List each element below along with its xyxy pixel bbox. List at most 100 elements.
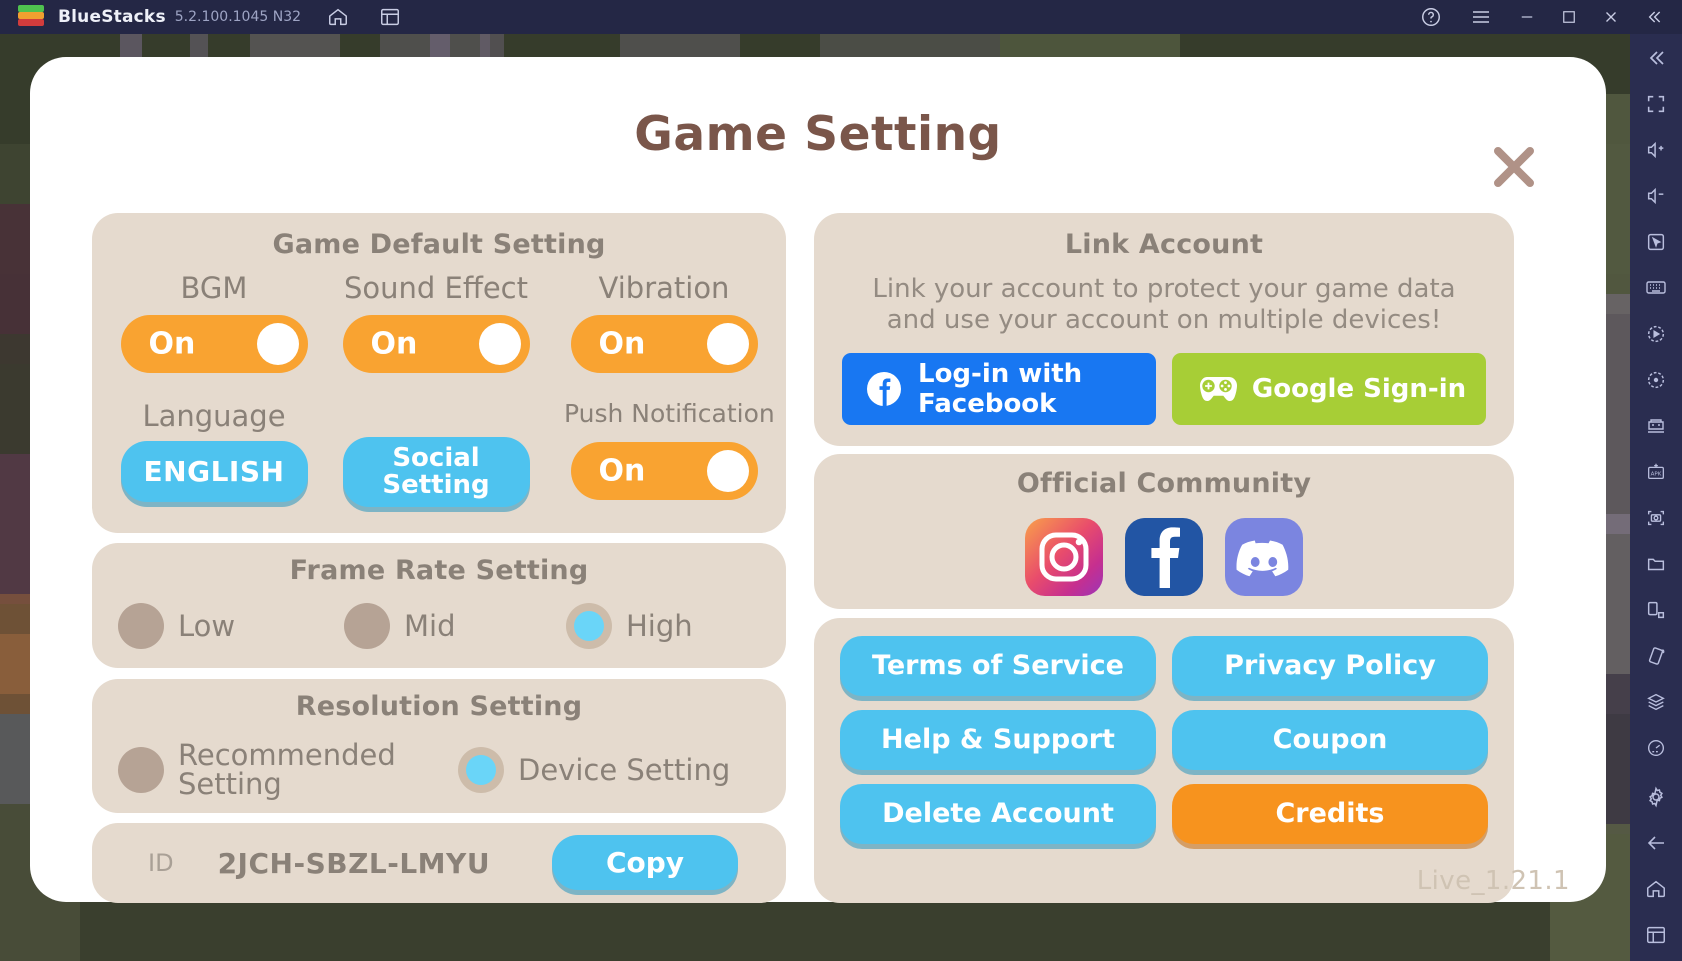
operation-recorder-icon[interactable] [1636,360,1676,400]
volume-down-icon[interactable] [1636,176,1676,216]
home-icon[interactable] [323,2,353,32]
minimize-button[interactable] [1512,2,1542,32]
help-and-support-button[interactable]: Help & Support [840,710,1156,770]
privacy-policy-button[interactable]: Privacy Policy [1172,636,1488,696]
collapse-rail-icon[interactable] [1638,2,1668,32]
link-account-title: Link Account [1064,229,1264,260]
vibration-toggle[interactable]: On [570,315,758,373]
social-setting-group: Social Setting [336,399,536,507]
facebook-login-button[interactable]: Log-in with Facebook [842,353,1156,425]
layers-icon[interactable] [1636,682,1676,722]
frame-rate-label-mid: Mid [404,608,456,643]
terms-of-service-label: Terms of Service [871,649,1124,681]
legal-links-panel: Terms of Service Privacy Policy Help & S… [814,618,1514,903]
resolution-options: Recommended Setting Device Setting [118,741,766,799]
resolution-setting-title: Resolution Setting [295,691,583,722]
instagram-icon[interactable] [1025,518,1103,596]
frame-rate-setting-title: Frame Rate Setting [289,555,589,586]
vibration-toggle-value: On [598,326,646,362]
shake-icon[interactable] [1636,636,1676,676]
link-account-panel: Link Account Link your account to protec… [814,213,1514,446]
app-version-label: Live_1.21.1 [1416,866,1570,896]
menu-icon[interactable] [1466,2,1496,32]
macro-record-icon[interactable] [1636,314,1676,354]
delete-account-label: Delete Account [882,797,1114,829]
resolution-option-device[interactable]: Device Setting [458,747,730,793]
multi-instance-manager-icon[interactable] [1636,406,1676,446]
radio-low-icon[interactable] [118,603,164,649]
home-icon[interactable] [1636,869,1676,909]
close-button[interactable] [1596,2,1626,32]
resolution-setting-panel: Resolution Setting Recommended Setting D… [92,679,786,813]
bluestacks-titlebar: BlueStacks 5.2.100.1045 N32 [0,0,1682,34]
copy-button[interactable]: Copy [552,835,738,890]
maximize-button[interactable] [1554,2,1584,32]
close-icon[interactable] [1487,140,1541,194]
copy-button-label: Copy [605,845,685,879]
credits-label: Credits [1275,797,1385,829]
resolution-option-recommended[interactable]: Recommended Setting [118,741,458,799]
sound-effect-toggle-value: On [370,326,418,362]
rail-collapse-icon[interactable] [1636,38,1676,78]
facebook-icon[interactable] [1125,518,1203,596]
push-notification-toggle[interactable]: On [570,442,758,500]
push-notification-group: Push Notification On [564,399,775,500]
resolution-label-recommended: Recommended Setting [178,741,396,799]
link-account-description-line1: Link your account to protect your game d… [872,274,1456,304]
frame-rate-setting-panel: Frame Rate Setting Low Mid High [92,543,786,668]
language-button[interactable]: ENGLISH [120,441,308,502]
radio-recommended-icon[interactable] [118,747,164,793]
keyboard-icon[interactable] [1636,268,1676,308]
link-account-description: Link your account to protect your game d… [814,274,1514,336]
delete-account-button[interactable]: Delete Account [840,784,1156,844]
coupon-label: Coupon [1272,723,1388,755]
radio-high-icon[interactable] [566,603,612,649]
google-signin-button[interactable]: Google Sign-in [1172,353,1486,425]
privacy-policy-label: Privacy Policy [1224,649,1436,681]
credits-button[interactable]: Credits [1172,784,1488,844]
eco-mode-icon[interactable] [1636,728,1676,768]
bgm-toggle[interactable]: On [120,315,308,373]
rotate-screen-icon[interactable] [1636,590,1676,630]
vibration-label: Vibration [598,271,730,305]
recents-icon[interactable] [1636,915,1676,955]
official-community-panel: Official Community [814,454,1514,609]
multi-instance-icon[interactable] [375,2,405,32]
resolution-label-recommended-line1: Recommended [178,738,396,772]
radio-mid-icon[interactable] [344,603,390,649]
account-id-key: ID [148,849,174,877]
settings-icon[interactable] [1636,777,1676,817]
terms-of-service-button[interactable]: Terms of Service [840,636,1156,696]
frame-rate-options: Low Mid High [118,603,766,649]
screenshot-icon[interactable] [1636,498,1676,538]
official-community-title: Official Community [1016,468,1312,499]
volume-up-icon[interactable] [1636,130,1676,170]
social-setting-spacer [336,399,536,433]
frame-rate-option-mid[interactable]: Mid [344,603,566,649]
social-setting-button[interactable]: Social Setting [342,437,530,507]
radio-device-icon[interactable] [458,747,504,793]
help-icon[interactable] [1416,2,1446,32]
bgm-label: BGM [180,271,248,305]
screen: BlueStacks 5.2.100.1045 N32 APK Game Set… [0,0,1682,961]
resolution-label-device: Device Setting [518,752,731,787]
sound-effect-toggle-knob [478,323,521,365]
facebook-icon [866,371,902,407]
app-name: BlueStacks [58,7,166,27]
bgm-group: BGM On [114,271,314,373]
fullscreen-icon[interactable] [1636,84,1676,124]
pointer-icon[interactable] [1636,222,1676,262]
community-icon-list [814,518,1514,596]
game-setting-dialog: Game Setting Game Default Setting BGM On… [30,57,1606,903]
install-apk-icon[interactable]: APK [1636,452,1676,492]
frame-rate-option-low[interactable]: Low [118,603,344,649]
media-folder-icon[interactable] [1636,544,1676,584]
language-group: Language ENGLISH [114,399,314,502]
coupon-button[interactable]: Coupon [1172,710,1488,770]
social-setting-label-line1: Social [392,442,480,473]
back-icon[interactable] [1636,823,1676,863]
resolution-label-recommended-line2: Setting [178,767,282,801]
sound-effect-toggle[interactable]: On [342,315,530,373]
frame-rate-option-high[interactable]: High [566,603,693,649]
discord-icon[interactable] [1225,518,1303,596]
